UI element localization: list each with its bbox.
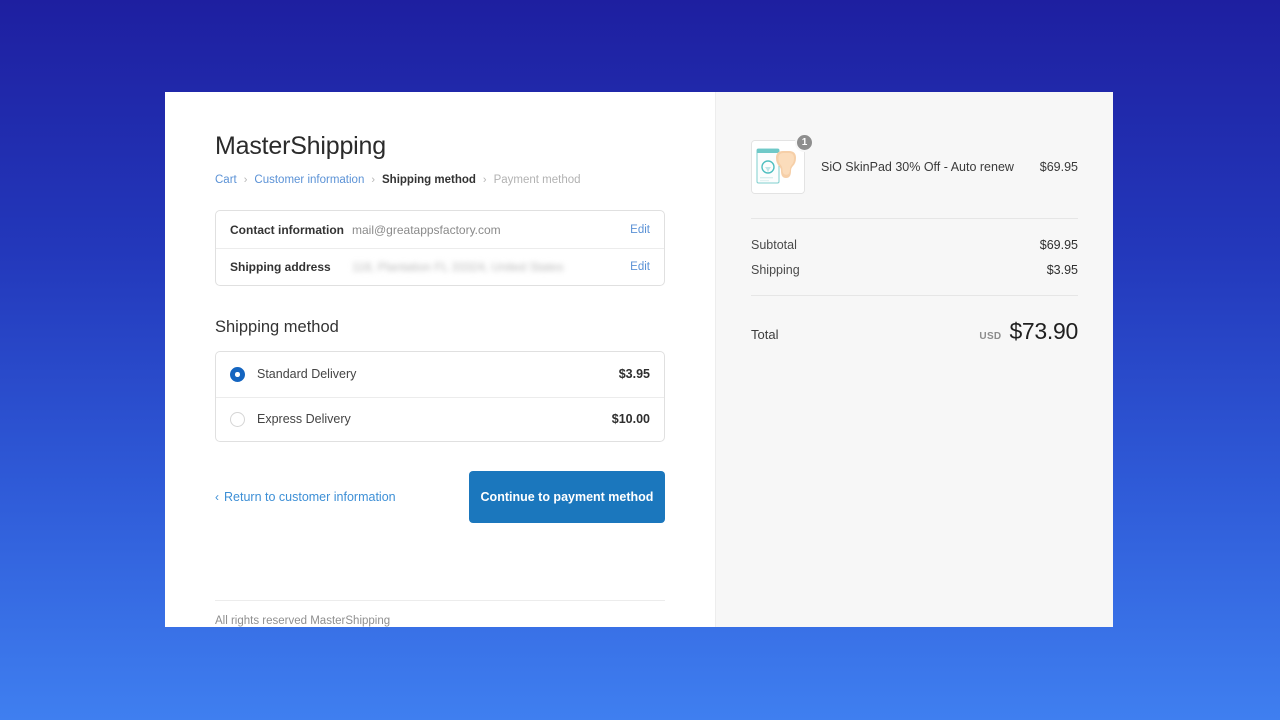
order-summary-panel: 1 SiO SkinPad 30% Off - Auto renew $69.9… (715, 92, 1113, 627)
summary-row-total: Total USD $73.90 (751, 296, 1078, 345)
summary-row-subtotal: Subtotal $69.95 (751, 238, 1078, 252)
product-thumbnail-wrap: 1 (751, 140, 805, 194)
contact-information-label: Contact information (230, 223, 352, 237)
shipping-method-options: Standard Delivery $3.95 Express Delivery… (215, 351, 665, 442)
chevron-left-icon: ‹ (215, 491, 219, 503)
total-amount-group: USD $73.90 (979, 318, 1078, 345)
product-name: SiO SkinPad 30% Off - Auto renew (821, 160, 1040, 174)
summary-lines: Subtotal $69.95 Shipping $3.95 (751, 219, 1078, 295)
return-to-customer-information-link[interactable]: ‹ Return to customer information (215, 490, 396, 504)
shipping-address-label: Shipping address (230, 260, 352, 274)
shipping-option-label: Express Delivery (257, 412, 612, 426)
shipping-value: $3.95 (1047, 263, 1078, 277)
return-link-label: Return to customer information (224, 490, 396, 504)
chevron-right-icon: › (371, 174, 375, 186)
breadcrumb-item-shipping-method[interactable]: Shipping method (382, 174, 476, 186)
shipping-option-label: Standard Delivery (257, 367, 619, 381)
shipping-method-heading: Shipping method (215, 318, 665, 337)
shipping-option-standard-delivery[interactable]: Standard Delivery $3.95 (216, 352, 664, 397)
breadcrumb-item-customer-information[interactable]: Customer information (254, 174, 364, 186)
summary-row-shipping: Shipping $3.95 (751, 263, 1078, 277)
shipping-option-price: $3.95 (619, 367, 650, 381)
chevron-right-icon: › (483, 174, 487, 186)
order-info-box: Contact information mail@greatappsfactor… (215, 210, 665, 286)
radio-standard-delivery[interactable] (230, 367, 245, 382)
continue-to-payment-method-button[interactable]: Continue to payment method (469, 471, 665, 523)
product-quantity-badge: 1 (795, 133, 814, 152)
shipping-option-price: $10.00 (612, 412, 650, 426)
subtotal-label: Subtotal (751, 238, 797, 252)
shipping-address-row: Shipping address 118, Plantation FL 3332… (216, 248, 664, 285)
shipping-address-value: 118, Plantation FL 33324, United States (352, 260, 630, 274)
skinpad-product-icon (752, 141, 804, 193)
breadcrumb-item-payment-method: Payment method (494, 174, 581, 186)
footer-divider (215, 600, 665, 601)
breadcrumb: Cart › Customer information › Shipping m… (215, 174, 665, 186)
total-currency: USD (979, 331, 1001, 342)
chevron-right-icon: › (244, 174, 248, 186)
total-label: Total (751, 327, 778, 342)
contact-information-row: Contact information mail@greatappsfactor… (216, 211, 664, 248)
order-line-item: 1 SiO SkinPad 30% Off - Auto renew $69.9… (751, 140, 1078, 218)
page-title: MasterShipping (215, 132, 665, 161)
footer-copyright: All rights reserved MasterShipping (215, 615, 390, 627)
checkout-form-panel: MasterShipping Cart › Customer informati… (165, 92, 715, 627)
edit-contact-information-link[interactable]: Edit (630, 224, 650, 236)
shipping-option-express-delivery[interactable]: Express Delivery $10.00 (216, 397, 664, 442)
checkout-card: MasterShipping Cart › Customer informati… (165, 92, 1113, 627)
subtotal-value: $69.95 (1040, 238, 1078, 252)
contact-information-value: mail@greatappsfactory.com (352, 223, 630, 237)
shipping-label: Shipping (751, 263, 800, 277)
product-price: $69.95 (1040, 160, 1078, 174)
edit-shipping-address-link[interactable]: Edit (630, 261, 650, 273)
breadcrumb-item-cart[interactable]: Cart (215, 174, 237, 186)
radio-express-delivery[interactable] (230, 412, 245, 427)
total-amount: $73.90 (1009, 318, 1078, 345)
form-actions: ‹ Return to customer information Continu… (215, 471, 665, 523)
